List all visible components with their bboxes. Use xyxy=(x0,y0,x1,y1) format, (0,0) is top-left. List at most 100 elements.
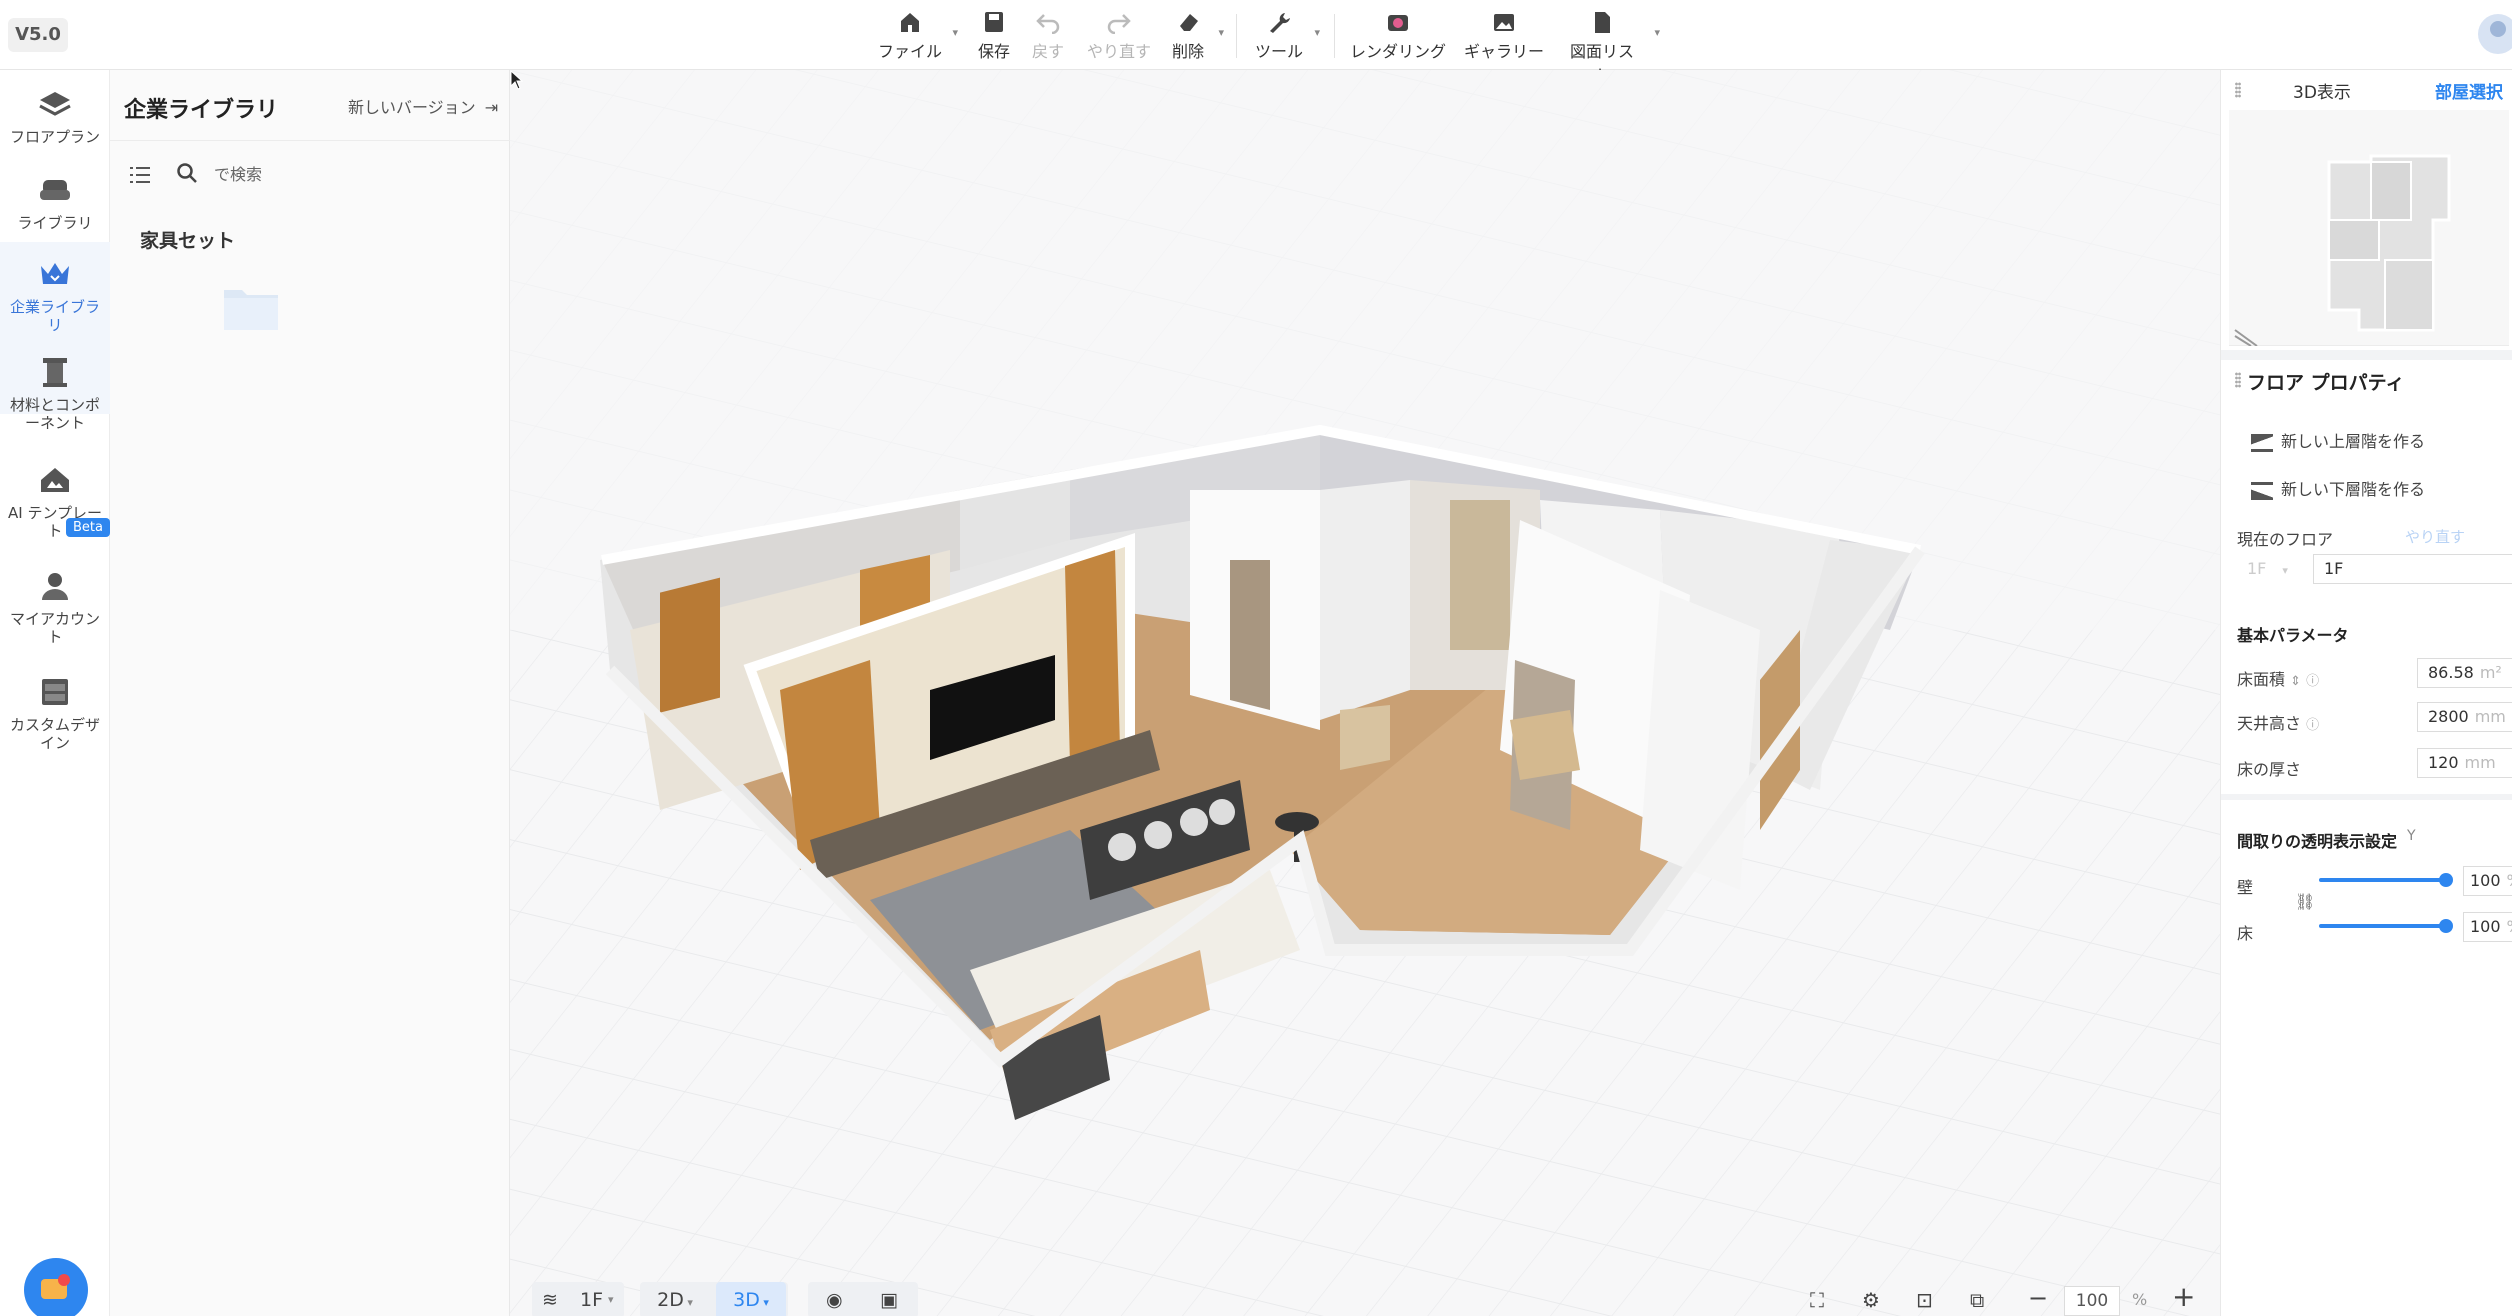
nav-floor-plan[interactable]: フロアプラン xyxy=(0,88,110,168)
sofa-icon xyxy=(40,180,70,200)
save-icon xyxy=(985,12,1003,32)
floor-area-input[interactable]: 86.58 m² xyxy=(2417,658,2512,688)
current-floor-label: 現在のフロア xyxy=(2237,530,2334,549)
chevron-down-icon: ▾ xyxy=(1218,26,1224,39)
new-version-link[interactable]: 新しいバージョン ⇥ xyxy=(348,94,498,118)
nav-materials[interactable]: 材料とコンポ ーネント xyxy=(0,356,110,456)
ceiling-height-value: 2800 xyxy=(2428,707,2469,726)
redo-label: やり直す xyxy=(1086,42,1151,61)
user-avatar[interactable] xyxy=(2478,14,2512,54)
tab-room-select[interactable]: 部屋選択 xyxy=(2435,78,2503,103)
tab-3d-view[interactable]: 3D表示 xyxy=(2293,78,2351,103)
zoom-in-button[interactable]: + xyxy=(2172,1280,2195,1313)
fit-view-icon[interactable]: ⛶ xyxy=(1810,1288,1824,1312)
current-floor-select[interactable]: 1F ▾ xyxy=(2237,554,2307,584)
file-button[interactable]: ファイル ▾ xyxy=(878,10,958,62)
floor-area-label-text: 床面積 xyxy=(2237,670,2286,689)
undo-label: 戻す xyxy=(1031,42,1064,61)
zoom-out-button[interactable]: − xyxy=(2028,1284,2048,1312)
search-icon[interactable] xyxy=(176,162,198,184)
nav-my-account[interactable]: マイアカウン ト xyxy=(0,570,110,670)
nav-label: リ xyxy=(47,316,63,334)
wall-transparency-input[interactable]: 100% xyxy=(2463,866,2512,896)
undo-button[interactable]: 戻す xyxy=(1028,10,1068,62)
rendering-button[interactable]: レンダリング xyxy=(1350,10,1446,62)
wall-slider-handle[interactable] xyxy=(2439,873,2453,887)
ceiling-height-input[interactable]: 2800 mm xyxy=(2417,702,2512,732)
link-icon[interactable]: ⛓ xyxy=(2295,892,2315,911)
wall-transparency-slider[interactable] xyxy=(2319,878,2447,882)
nav-label: 企業ライブラ xyxy=(9,298,100,316)
current-floor-redo[interactable]: やり直す xyxy=(2405,526,2465,547)
current-floor-name: 1F xyxy=(2324,559,2344,578)
nav-label: ーネント xyxy=(24,414,85,432)
percent-unit: % xyxy=(2507,917,2512,936)
redo-button[interactable]: やり直す xyxy=(1086,10,1152,62)
view-settings-icon[interactable]: ⚙ xyxy=(1862,1288,1880,1312)
minimap[interactable] xyxy=(2229,110,2509,347)
focus-icon[interactable]: ⊡ xyxy=(1916,1288,1933,1312)
floor-transparency-input[interactable]: 100% xyxy=(2463,912,2512,942)
chat-support-button[interactable] xyxy=(24,1258,88,1316)
drag-handle-icon[interactable] xyxy=(2235,372,2241,388)
eye-icon[interactable]: ◉ xyxy=(826,1282,843,1316)
current-floor-name-input[interactable]: 1F xyxy=(2313,554,2512,584)
folder-icon[interactable] xyxy=(222,284,280,332)
floor-thickness-input[interactable]: 120 mm xyxy=(2417,748,2512,778)
chevron-down-icon[interactable]: Y xyxy=(2407,828,2416,844)
drawing-list-button[interactable]: 図面リスト ▾ xyxy=(1564,10,1660,85)
gallery-button[interactable]: ギャラリー xyxy=(1464,10,1544,62)
zoom-input[interactable]: 100 xyxy=(2064,1286,2120,1316)
floor-slider-handle[interactable] xyxy=(2439,919,2453,933)
floor-thickness-label: 床の厚さ xyxy=(2237,760,2302,779)
document-icon xyxy=(1595,12,1610,33)
gallery-icon xyxy=(1494,14,1514,31)
add-layer-up-icon xyxy=(2251,433,2273,452)
section-title-basic-params: 基本パラメータ xyxy=(2237,626,2349,645)
add-layer-down-icon xyxy=(2251,481,2273,500)
camera-icon xyxy=(1388,15,1408,31)
3d-viewport[interactable] xyxy=(510,70,2220,1316)
layers-icon: ≋ xyxy=(542,1289,558,1311)
delete-label: 削除 xyxy=(1171,42,1204,61)
undo-icon xyxy=(1036,14,1060,34)
ceiling-height-label: 天井高さ ⓘ xyxy=(2237,710,2319,734)
view-2d-button[interactable]: 2D ▾ xyxy=(640,1282,710,1316)
list-icon[interactable] xyxy=(130,166,150,184)
screenshot-icon[interactable]: ⧉ xyxy=(1970,1288,1984,1312)
floor-transparency-slider[interactable] xyxy=(2319,924,2447,928)
new-upper-floor-button[interactable]: 新しい上層階を作る xyxy=(2251,428,2425,452)
view-3d-button[interactable]: 3D ▾ xyxy=(716,1282,786,1316)
percent-unit: % xyxy=(2507,871,2512,890)
panel-title: 企業ライブラリ xyxy=(124,98,279,123)
wrench-icon xyxy=(1270,13,1290,33)
info-icon: ⓘ xyxy=(2306,674,2320,689)
tools-button[interactable]: ツール ▾ xyxy=(1254,10,1320,62)
new-lower-floor-button[interactable]: 新しい下層階を作る xyxy=(2251,476,2425,500)
floor-thickness-unit: mm xyxy=(2464,753,2496,772)
nav-label: ト xyxy=(47,628,63,646)
floor-selector[interactable]: ≋ 1F ▾ xyxy=(532,1282,624,1316)
delete-button[interactable]: 削除 ▾ xyxy=(1168,10,1224,62)
beta-badge: Beta xyxy=(66,518,110,537)
wall-value: 100 xyxy=(2470,871,2501,890)
wall-label: 壁 xyxy=(2237,878,2254,897)
save-button[interactable]: 保存 xyxy=(974,10,1014,62)
right-panel: 3D表示 部屋選択 フロア プロパティ 新しい上層階を作る 新しい下層階を作る … xyxy=(2220,70,2512,1316)
toolbar-divider xyxy=(1236,14,1237,58)
search-input[interactable] xyxy=(214,160,474,188)
user-icon xyxy=(42,573,68,600)
floor-plan-icon xyxy=(39,92,71,116)
floor-label: 床 xyxy=(2237,924,2254,943)
save-label: 保存 xyxy=(977,42,1010,61)
nav-ai-template[interactable]: AI テンプレー ト xyxy=(0,464,110,564)
cube-icon[interactable]: ▣ xyxy=(880,1282,898,1316)
nav-custom-design[interactable]: カスタムデザ イン xyxy=(0,676,110,776)
drag-handle-icon[interactable] xyxy=(2235,82,2241,98)
nav-label: イン xyxy=(39,734,70,752)
zoom-value: 100 xyxy=(2075,1291,2109,1311)
sort-icon: ⇕ xyxy=(2290,674,2302,689)
new-lower-floor-label: 新しい下層階を作る xyxy=(2281,480,2426,499)
new-version-label: 新しいバージョン xyxy=(348,98,476,117)
zoom-unit: % xyxy=(2132,1290,2148,1309)
